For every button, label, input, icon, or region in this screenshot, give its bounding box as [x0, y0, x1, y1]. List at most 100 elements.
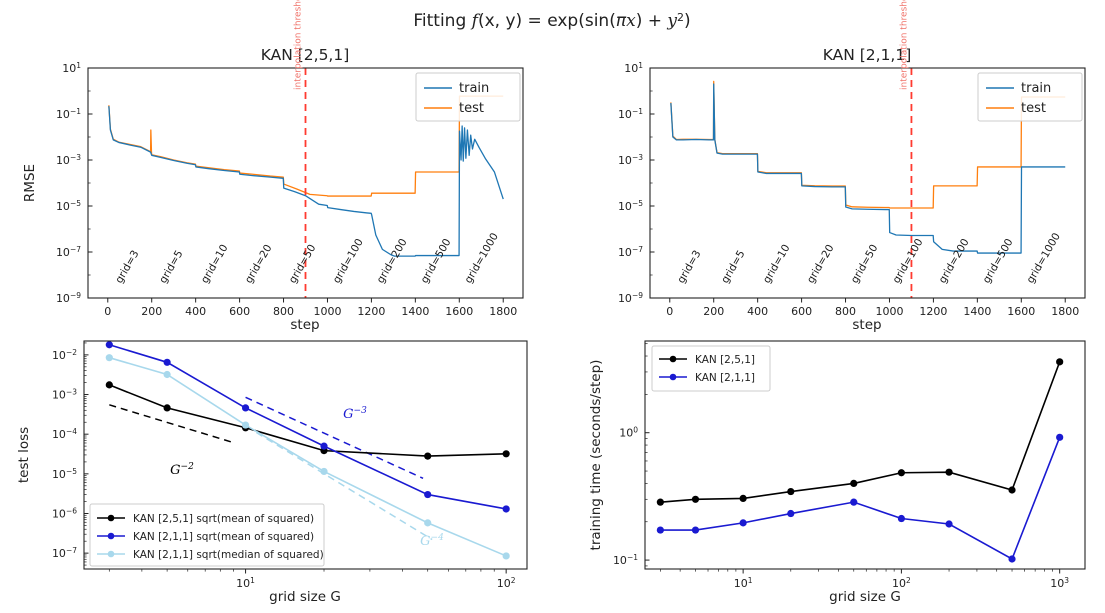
legend-marker-kan211-bl	[107, 532, 115, 540]
legend-label-kan251-br: KAN [2,5,1]	[695, 354, 755, 366]
svg-text:G−3: G−3	[343, 406, 367, 422]
svg-text:600: 600	[229, 305, 250, 318]
svg-text:101: 101	[734, 576, 753, 590]
svg-text:G−2: G−2	[170, 462, 194, 478]
bottom-right-xlabel-group: grid size G	[829, 589, 901, 605]
bottom-left-xticks: 101 102	[108, 569, 516, 590]
svg-text:10−4: 10−4	[52, 427, 77, 441]
top-right-legend: train test	[977, 72, 1083, 122]
svg-text:200: 200	[703, 305, 724, 318]
legend-marker-kan211-median-bl	[107, 550, 115, 558]
svg-text:10−7: 10−7	[52, 546, 77, 560]
svg-text:1600: 1600	[445, 305, 473, 318]
bottom-left-xlabel-group: grid size G	[269, 589, 341, 605]
svg-text:10−1: 10−1	[618, 107, 643, 121]
svg-text:10−9: 10−9	[56, 291, 81, 305]
svg-text:1200: 1200	[919, 305, 947, 318]
top-right-yticks: 10−9 10−7 10−5 10−3 10−1 101	[618, 61, 655, 305]
top-right-title: KAN [2,1,1]	[823, 46, 912, 64]
svg-text:grid=5: grid=5	[719, 248, 747, 285]
svg-text:10−5: 10−5	[52, 467, 77, 481]
svg-text:101: 101	[62, 61, 81, 75]
svg-text:103: 103	[1050, 576, 1069, 590]
suptitle-x: x	[626, 11, 636, 31]
svg-text:10−5: 10−5	[618, 199, 643, 213]
svg-text:102: 102	[497, 576, 516, 590]
svg-text:1400: 1400	[401, 305, 429, 318]
svg-text:10−1: 10−1	[613, 553, 638, 567]
suptitle-sup: 2	[677, 11, 684, 24]
legend-marker-kan211-br	[669, 373, 677, 381]
svg-text:grid=50: grid=50	[849, 242, 881, 285]
interpolation-threshold-label-top-right: interpolation threshold	[899, 0, 909, 90]
svg-text:0: 0	[666, 305, 673, 318]
top-left-xlabel: step	[290, 317, 319, 333]
bottom-left-xlabel: grid size G	[269, 589, 341, 605]
svg-text:600: 600	[791, 305, 812, 318]
svg-text:10−6: 10−6	[52, 506, 77, 520]
legend-label-train-tl: train	[459, 81, 489, 96]
bottom-left-ylabel: test loss	[16, 427, 32, 483]
legend-label-kan211-br: KAN [2,1,1]	[695, 372, 755, 384]
svg-text:grid=3: grid=3	[675, 248, 703, 285]
svg-text:101: 101	[236, 576, 255, 590]
axes-top-left: KAN [2,5,1] 10−9 10−7 10−5 10−3 10−1 101 0 200…	[22, 0, 524, 333]
svg-text:1800: 1800	[489, 305, 517, 318]
svg-text:100: 100	[619, 426, 638, 440]
svg-text:grid=500: grid=500	[419, 237, 454, 286]
matplotlib-figure: Fitting f(x, y) = exp(sin(πx) + y2) KAN …	[16, 0, 1086, 605]
svg-text:grid=1000: grid=1000	[462, 231, 500, 286]
svg-text:grid=100: grid=100	[890, 237, 925, 286]
svg-text:10−2: 10−2	[52, 348, 77, 362]
top-left-grid-labels: grid=3 grid=5 grid=10 grid=20 grid=50 grid=10…	[113, 231, 501, 286]
legend-label-kan211-median-bl: KAN [2,1,1] sqrt(median of squared)	[133, 549, 324, 561]
axes-bottom-left: 10−2 10−3 10−4 10−5 10−6 10−7 101 102 G−2 G−3 G−…	[16, 340, 528, 605]
svg-text:10−7: 10−7	[56, 245, 81, 259]
legend-marker-kan251-br	[669, 355, 677, 363]
top-left-legend: train test	[415, 72, 521, 122]
bottom-right-yticks: 100 10−1	[613, 343, 650, 567]
svg-text:grid=200: grid=200	[937, 237, 972, 286]
bottom-left-legend: KAN [2,5,1] sqrt(mean of squared) KAN [2…	[89, 503, 325, 567]
svg-text:0: 0	[104, 305, 111, 318]
svg-text:10−3: 10−3	[618, 153, 643, 167]
legend-label-kan251-bl: KAN [2,5,1] sqrt(mean of squared)	[133, 513, 314, 525]
svg-text:grid=3: grid=3	[113, 248, 141, 285]
svg-text:grid=10: grid=10	[761, 242, 793, 285]
top-left-xticks: 0 200 400 600 800 1000 1200 1400 1600 1800	[104, 298, 517, 318]
legend-marker-kan251-bl	[107, 514, 115, 522]
svg-text:10−9: 10−9	[618, 291, 643, 305]
svg-text:1200: 1200	[357, 305, 385, 318]
suptitle-y: y	[666, 11, 677, 31]
figure-suptitle: Fitting f(x, y) = exp(sin(πx) + y2)	[413, 11, 690, 31]
legend-label-kan211-bl: KAN [2,1,1] sqrt(mean of squared)	[133, 531, 314, 543]
svg-text:grid=10: grid=10	[199, 242, 231, 285]
svg-text:102: 102	[892, 576, 911, 590]
svg-text:1800: 1800	[1051, 305, 1079, 318]
svg-text:10−3: 10−3	[56, 153, 81, 167]
svg-text:1400: 1400	[963, 305, 991, 318]
svg-text:grid=50: grid=50	[287, 242, 319, 285]
svg-text:grid=500: grid=500	[981, 237, 1016, 286]
bottom-right-ylabel: training time (seconds/step)	[588, 360, 604, 551]
svg-text:grid=5: grid=5	[157, 248, 185, 285]
suptitle-close: )	[684, 11, 691, 31]
svg-text:400: 400	[747, 305, 768, 318]
top-left-ylabel: RMSE	[22, 164, 38, 202]
bottom-right-legend: KAN [2,5,1] KAN [2,1,1]	[651, 345, 771, 392]
svg-text:10−1: 10−1	[56, 107, 81, 121]
svg-text:G−4: G−4	[420, 533, 444, 549]
svg-text:10−5: 10−5	[56, 199, 81, 213]
interpolation-threshold-label-top-left: interpolation threshold	[294, 0, 304, 90]
suptitle-mid: ) +	[636, 11, 668, 31]
top-right-grid-labels: grid=3 grid=5 grid=10 grid=20 grid=50 grid=10…	[675, 231, 1063, 286]
bottom-right-xticks: 101 102 103	[660, 569, 1069, 590]
legend-label-train-tr: train	[1021, 81, 1051, 96]
bottom-right-legend-box	[651, 345, 771, 392]
top-left-title: KAN [2,5,1]	[261, 46, 350, 64]
svg-text:400: 400	[185, 305, 206, 318]
svg-text:grid=100: grid=100	[331, 237, 366, 286]
svg-text:grid=20: grid=20	[805, 243, 837, 286]
svg-text:10−3: 10−3	[52, 388, 77, 402]
legend-label-test-tr: test	[1021, 101, 1046, 116]
